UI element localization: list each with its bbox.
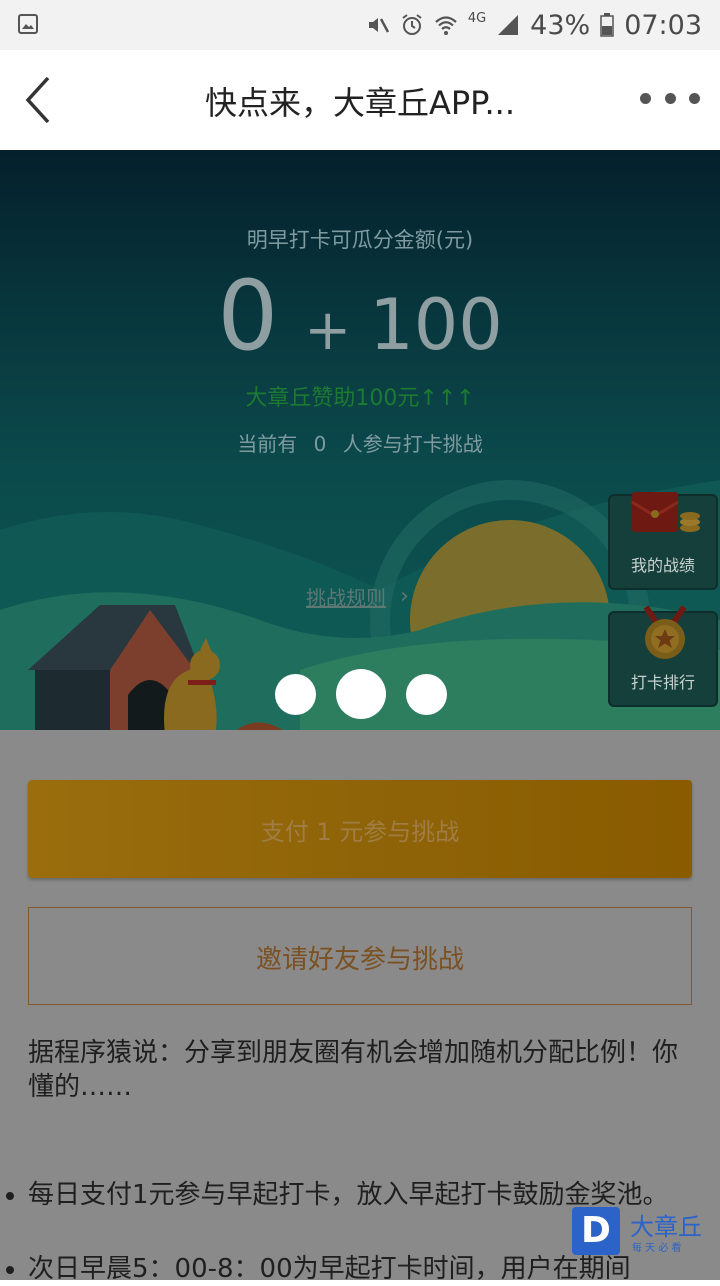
pool-amount-value: 0 — [217, 260, 279, 372]
invite-friends-label: 邀请好友参与挑战 — [255, 945, 464, 975]
wifi-icon — [435, 16, 457, 35]
clock: 07:03 — [624, 9, 702, 41]
brand-watermark: D 大章丘 每 天 必 看 — [570, 1205, 720, 1265]
participants-count: 0 — [313, 432, 327, 456]
status-right: 4G 43% 07:03 — [366, 8, 702, 42]
invite-friends-button[interactable]: 邀请好友参与挑战 — [28, 907, 692, 1005]
pay-to-join-button[interactable]: 支付 1 元参与挑战 — [28, 780, 692, 878]
bonus-amount-value: 100 — [369, 284, 503, 366]
status-bar: 4G 43% 07:03 — [0, 0, 720, 50]
loading-dot — [275, 674, 316, 715]
alarm-icon — [402, 14, 422, 35]
network-type: 4G — [467, 10, 487, 26]
pool-amount: 0 +100 — [0, 260, 720, 372]
bullet-dot — [6, 1192, 14, 1200]
hero-panel: 明早打卡可瓜分金额(元) 0 +100 大章丘赞助100元↑↑↑ 当前有 0 人参… — [0, 150, 720, 730]
battery-icon — [600, 13, 614, 37]
signal-icon — [498, 15, 519, 35]
my-record-label: 我的战绩 — [630, 556, 695, 575]
red-envelope-coins-icon — [631, 492, 700, 532]
hero-label: 明早打卡可瓜分金额(元) — [246, 228, 474, 252]
back-icon[interactable] — [18, 72, 66, 128]
sponsor-text: 大章丘赞助100元↑↑↑ — [245, 386, 475, 411]
battery-percent: 43% — [530, 9, 591, 41]
loading-dot — [336, 669, 386, 719]
participants-suffix: 人参与打卡挑战 — [342, 432, 483, 456]
medal-star-icon — [643, 605, 687, 659]
my-record-button[interactable]: 我的战绩 — [608, 492, 718, 590]
ranking-button[interactable]: 打卡排行 — [608, 605, 718, 707]
brand-name: 大章丘 — [630, 1213, 702, 1241]
ranking-label: 打卡排行 — [630, 673, 695, 692]
more-menu-icon[interactable] — [640, 88, 700, 108]
plus-sign: + — [304, 298, 352, 363]
bullet-dot — [6, 1266, 14, 1274]
brand-logo-icon: D — [572, 1207, 620, 1255]
participants-prefix: 当前有 — [237, 432, 298, 456]
brand-slogan: 每 天 必 看 — [632, 1243, 682, 1254]
gallery-icon — [18, 14, 38, 34]
title-bar: 快点来，大章丘APP... — [0, 50, 720, 150]
pay-to-join-label: 支付 1 元参与挑战 — [260, 818, 460, 846]
chevron-right-icon: › — [400, 584, 409, 609]
participants-text: 当前有 0 人参与打卡挑战 — [0, 428, 720, 457]
challenge-rules-link[interactable]: 挑战规则 — [306, 582, 386, 611]
loading-dot — [406, 674, 447, 715]
mute-icon — [368, 18, 389, 33]
page-title: 快点来，大章丘APP... — [204, 84, 516, 122]
share-tip: 据程序猿说：分享到朋友圈有机会增加随机分配比例！你懂的…… — [28, 1038, 679, 1102]
